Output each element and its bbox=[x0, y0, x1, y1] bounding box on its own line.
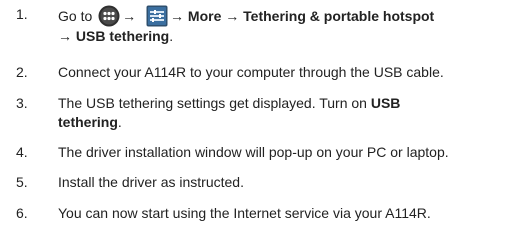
step-number: 5. bbox=[16, 174, 28, 190]
step-text: The USB tethering settings get displayed… bbox=[58, 95, 401, 130]
step-text: Connect your A114R to your computer thro… bbox=[58, 64, 444, 80]
step-number: 6. bbox=[16, 205, 28, 221]
step-number: 4. bbox=[16, 144, 28, 160]
apps-grid-icon bbox=[98, 5, 120, 27]
usb-tethering-path: → USB tethering bbox=[58, 28, 170, 44]
step-text: The driver installation window will pop-… bbox=[58, 144, 449, 160]
arrow: → bbox=[122, 8, 137, 24]
step-text: Go to → → More → Tethering & portable ho… bbox=[58, 5, 502, 46]
step-number: 3. bbox=[16, 95, 28, 111]
step-text: Install the driver as instructed. bbox=[58, 174, 244, 190]
step-number: 2. bbox=[16, 64, 28, 80]
settings-icon bbox=[146, 5, 168, 27]
step-number: 1. bbox=[16, 6, 28, 22]
step-text: You can now start using the Internet ser… bbox=[58, 205, 431, 221]
settings-path: → More → Tethering & portable hotspot bbox=[170, 8, 435, 24]
